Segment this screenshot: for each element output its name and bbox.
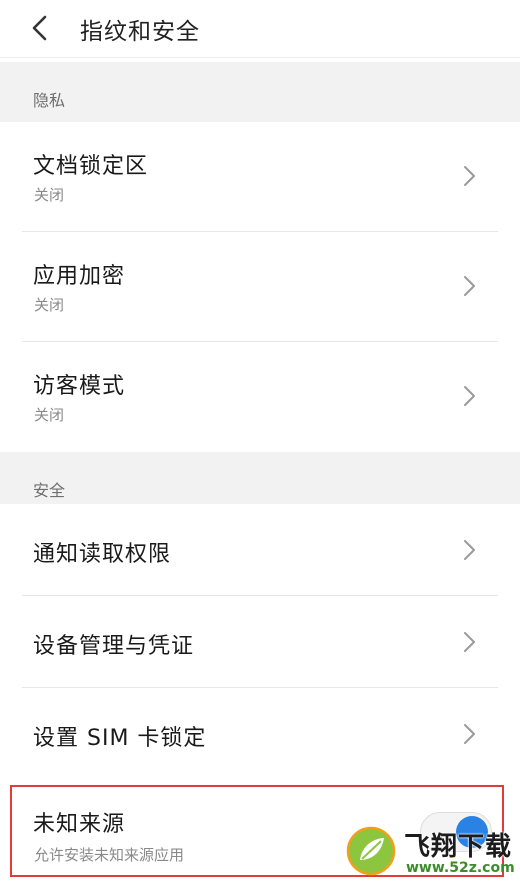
watermark: 飞翔下载 www.52z.com xyxy=(342,822,520,883)
back-arrow-icon xyxy=(32,15,47,41)
list-item-guest-mode[interactable]: 访客模式 关闭 xyxy=(0,342,520,452)
section-label-privacy: 隐私 xyxy=(33,91,66,110)
item-title: 设备管理与凭证 xyxy=(33,634,195,659)
item-title: 访客模式 xyxy=(33,374,126,399)
chevron-right-icon xyxy=(462,631,476,653)
back-button[interactable] xyxy=(22,10,58,46)
chevron-right-icon xyxy=(462,723,476,745)
section-label-security: 安全 xyxy=(33,481,66,500)
item-status: 关闭 xyxy=(34,296,65,314)
list-item-device-admin[interactable]: 设备管理与凭证 xyxy=(0,596,520,688)
item-title: 文档锁定区 xyxy=(33,154,149,179)
chevron-right-icon xyxy=(462,165,476,187)
chevron-right-icon xyxy=(462,539,476,561)
section-header-privacy: 隐私 xyxy=(0,62,520,122)
item-status: 关闭 xyxy=(34,186,65,204)
item-title: 通知读取权限 xyxy=(33,542,172,567)
leaf-logo-icon xyxy=(346,826,396,876)
page-title: 指纹和安全 xyxy=(80,19,200,45)
watermark-site: www.52z.com xyxy=(406,860,515,876)
list-item-notification-access[interactable]: 通知读取权限 xyxy=(0,504,520,596)
list-item-sim-lock[interactable]: 设置 SIM 卡锁定 xyxy=(0,688,520,780)
item-status: 关闭 xyxy=(34,406,65,424)
item-title: 应用加密 xyxy=(33,264,126,289)
chevron-right-icon xyxy=(462,275,476,297)
list-item-document-lock[interactable]: 文档锁定区 关闭 xyxy=(0,122,520,232)
watermark-brand: 飞翔下载 xyxy=(404,832,513,862)
list-item-app-encryption[interactable]: 应用加密 关闭 xyxy=(0,232,520,342)
section-header-security: 安全 xyxy=(0,452,520,512)
item-title: 设置 SIM 卡锁定 xyxy=(33,726,207,751)
app-bar: 指纹和安全 xyxy=(0,0,520,58)
chevron-right-icon xyxy=(462,385,476,407)
settings-screen: 指纹和安全 隐私 文档锁定区 关闭 应用加密 关闭 访客模式 关闭 安全 通知读… xyxy=(0,0,520,883)
